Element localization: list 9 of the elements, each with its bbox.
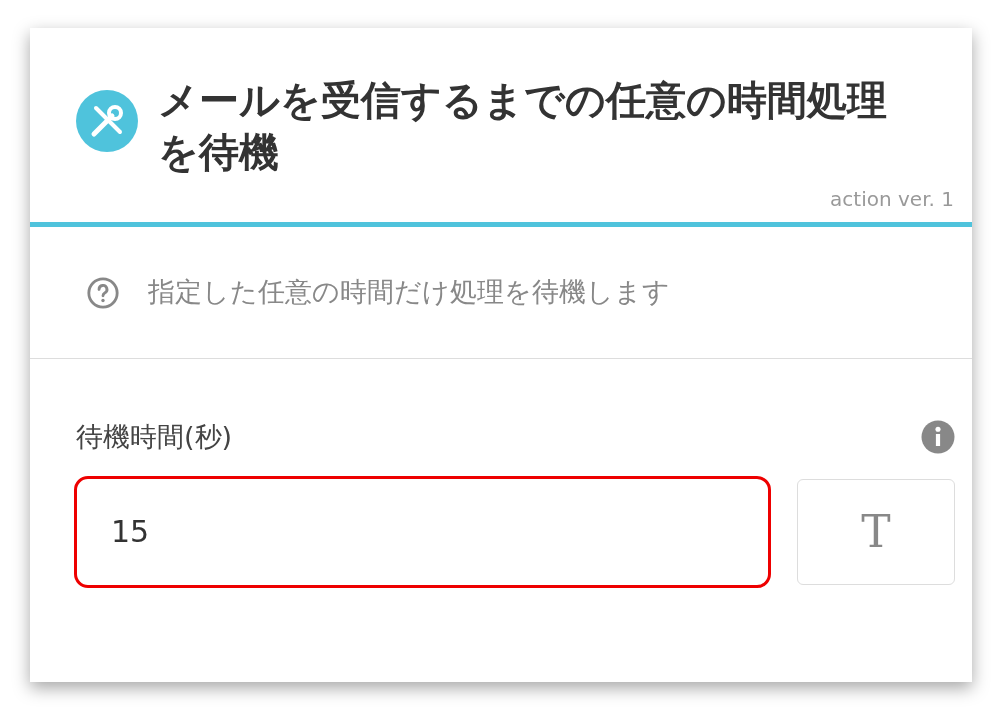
help-icon — [86, 275, 120, 310]
description-text: 指定した任意の時間だけ処理を待機します — [148, 275, 670, 310]
tools-icon — [76, 90, 138, 152]
info-icon — [920, 419, 956, 456]
seconds-input-field[interactable]: 15 — [74, 475, 771, 588]
panel-title: メールを受信するまでの任意の時間処理を待機 — [158, 76, 888, 177]
text-type-button[interactable]: T — [797, 478, 955, 585]
version-label: action ver. 1 — [830, 186, 954, 213]
field-label: 待機時間(秒) — [76, 420, 233, 454]
